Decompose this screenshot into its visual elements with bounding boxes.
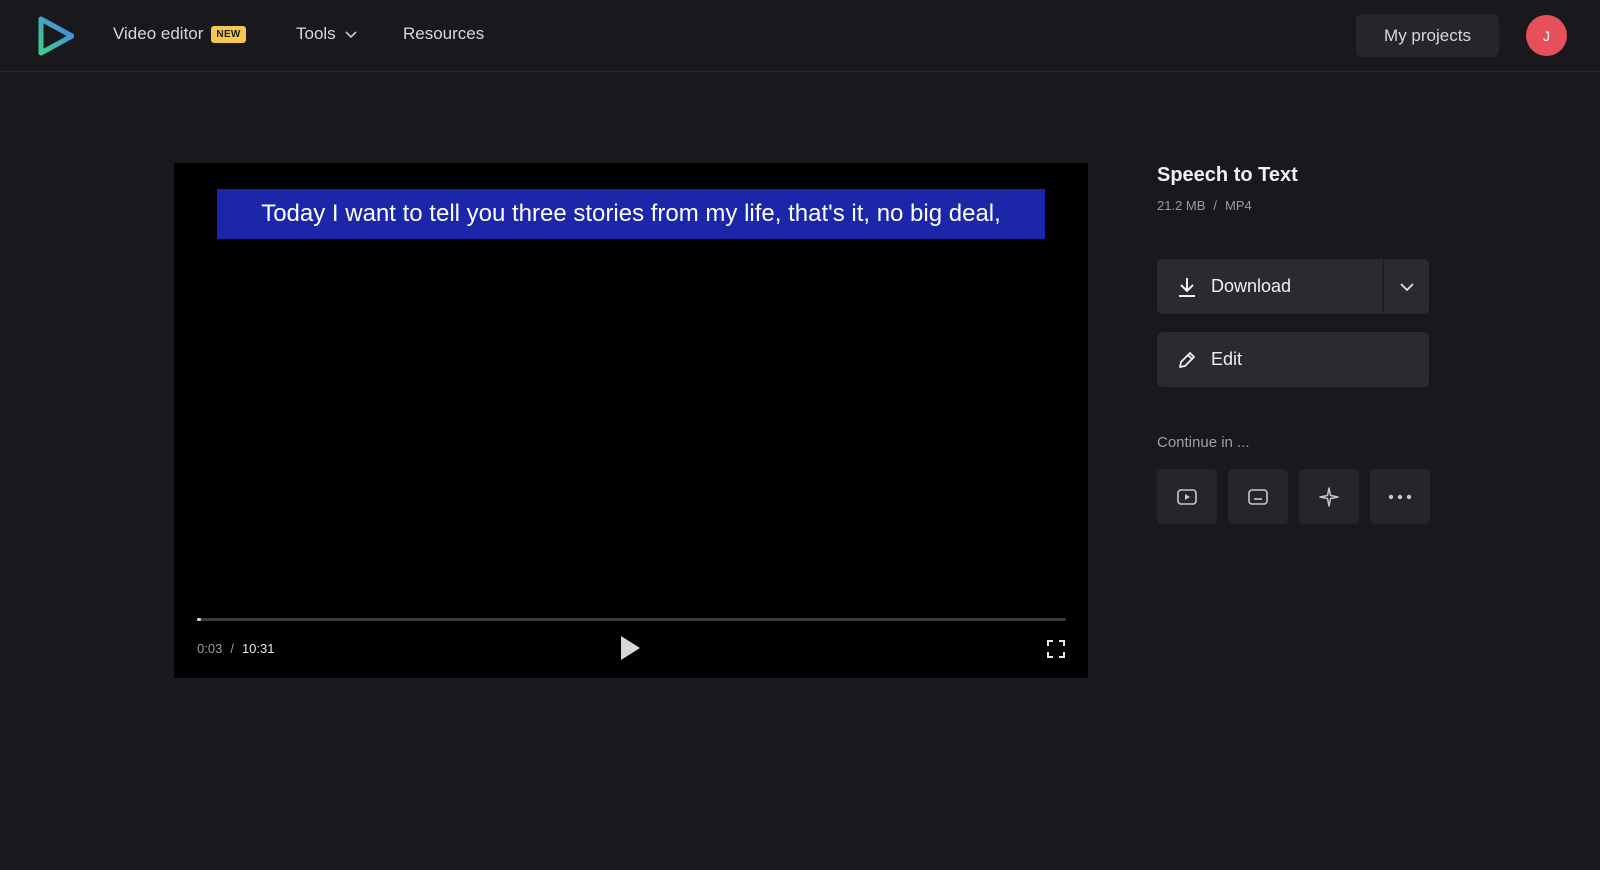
play-icon[interactable] [618,634,642,662]
subtitles-icon [1248,488,1268,505]
chevron-down-icon [1399,282,1414,291]
caption-text: Today I want to tell you three stories f… [261,200,1001,227]
download-label: Download [1211,276,1292,296]
meta-separator: / [1213,198,1218,213]
continue-subtitles-button[interactable] [1228,469,1288,524]
my-projects-label: My projects [1384,25,1471,45]
continue-magic-button[interactable] [1299,469,1359,524]
new-badge: NEW [211,25,246,43]
progress-bar[interactable] [197,618,1066,621]
video-player-icon [1177,488,1197,505]
chevron-down-icon [345,31,357,39]
fullscreen-icon[interactable] [1046,639,1066,659]
time-display: 0:03 / 10:31 [197,641,274,656]
pencil-icon [1179,351,1195,368]
edit-label: Edit [1211,349,1243,369]
download-icon [1179,277,1195,297]
progress-fill [197,618,202,621]
nav-tools-label: Tools [296,24,336,43]
nav-tools-menu[interactable]: Tools [296,24,358,44]
magic-sparkle-icon [1319,486,1339,507]
play-logo-icon[interactable] [38,16,74,56]
top-navigation: Video editor NEW Tools Resources My proj… [0,0,1600,72]
total-time: 10:31 [241,641,275,656]
file-meta: 21.2 MB / MP4 [1157,198,1252,213]
avatar-initial: J [1543,27,1550,44]
current-time: 0:03 [197,641,223,656]
file-format: MP4 [1225,198,1252,213]
nav-video-editor-label: Video editor [113,24,204,43]
avatar[interactable]: J [1526,15,1567,56]
video-player[interactable]: Today I want to tell you three stories f… [174,163,1088,678]
page-title: Speech to Text [1157,164,1298,186]
edit-button[interactable]: Edit [1157,332,1429,387]
continue-video-player-button[interactable] [1157,469,1217,524]
nav-video-editor[interactable]: Video editor NEW [113,24,246,44]
time-separator: / [230,641,234,656]
download-button[interactable]: Download [1157,259,1383,314]
nav-resources[interactable]: Resources [403,24,484,44]
my-projects-button[interactable]: My projects [1356,14,1499,57]
file-size: 21.2 MB [1157,198,1206,213]
nav-resources-label: Resources [403,24,485,43]
download-options-button[interactable] [1383,259,1429,314]
continue-in-label: Continue in ... [1157,434,1250,451]
download-button-group: Download [1157,259,1429,314]
more-icon [1388,494,1412,499]
subtitle-caption: Today I want to tell you three stories f… [217,189,1045,239]
continue-more-button[interactable] [1370,469,1430,524]
